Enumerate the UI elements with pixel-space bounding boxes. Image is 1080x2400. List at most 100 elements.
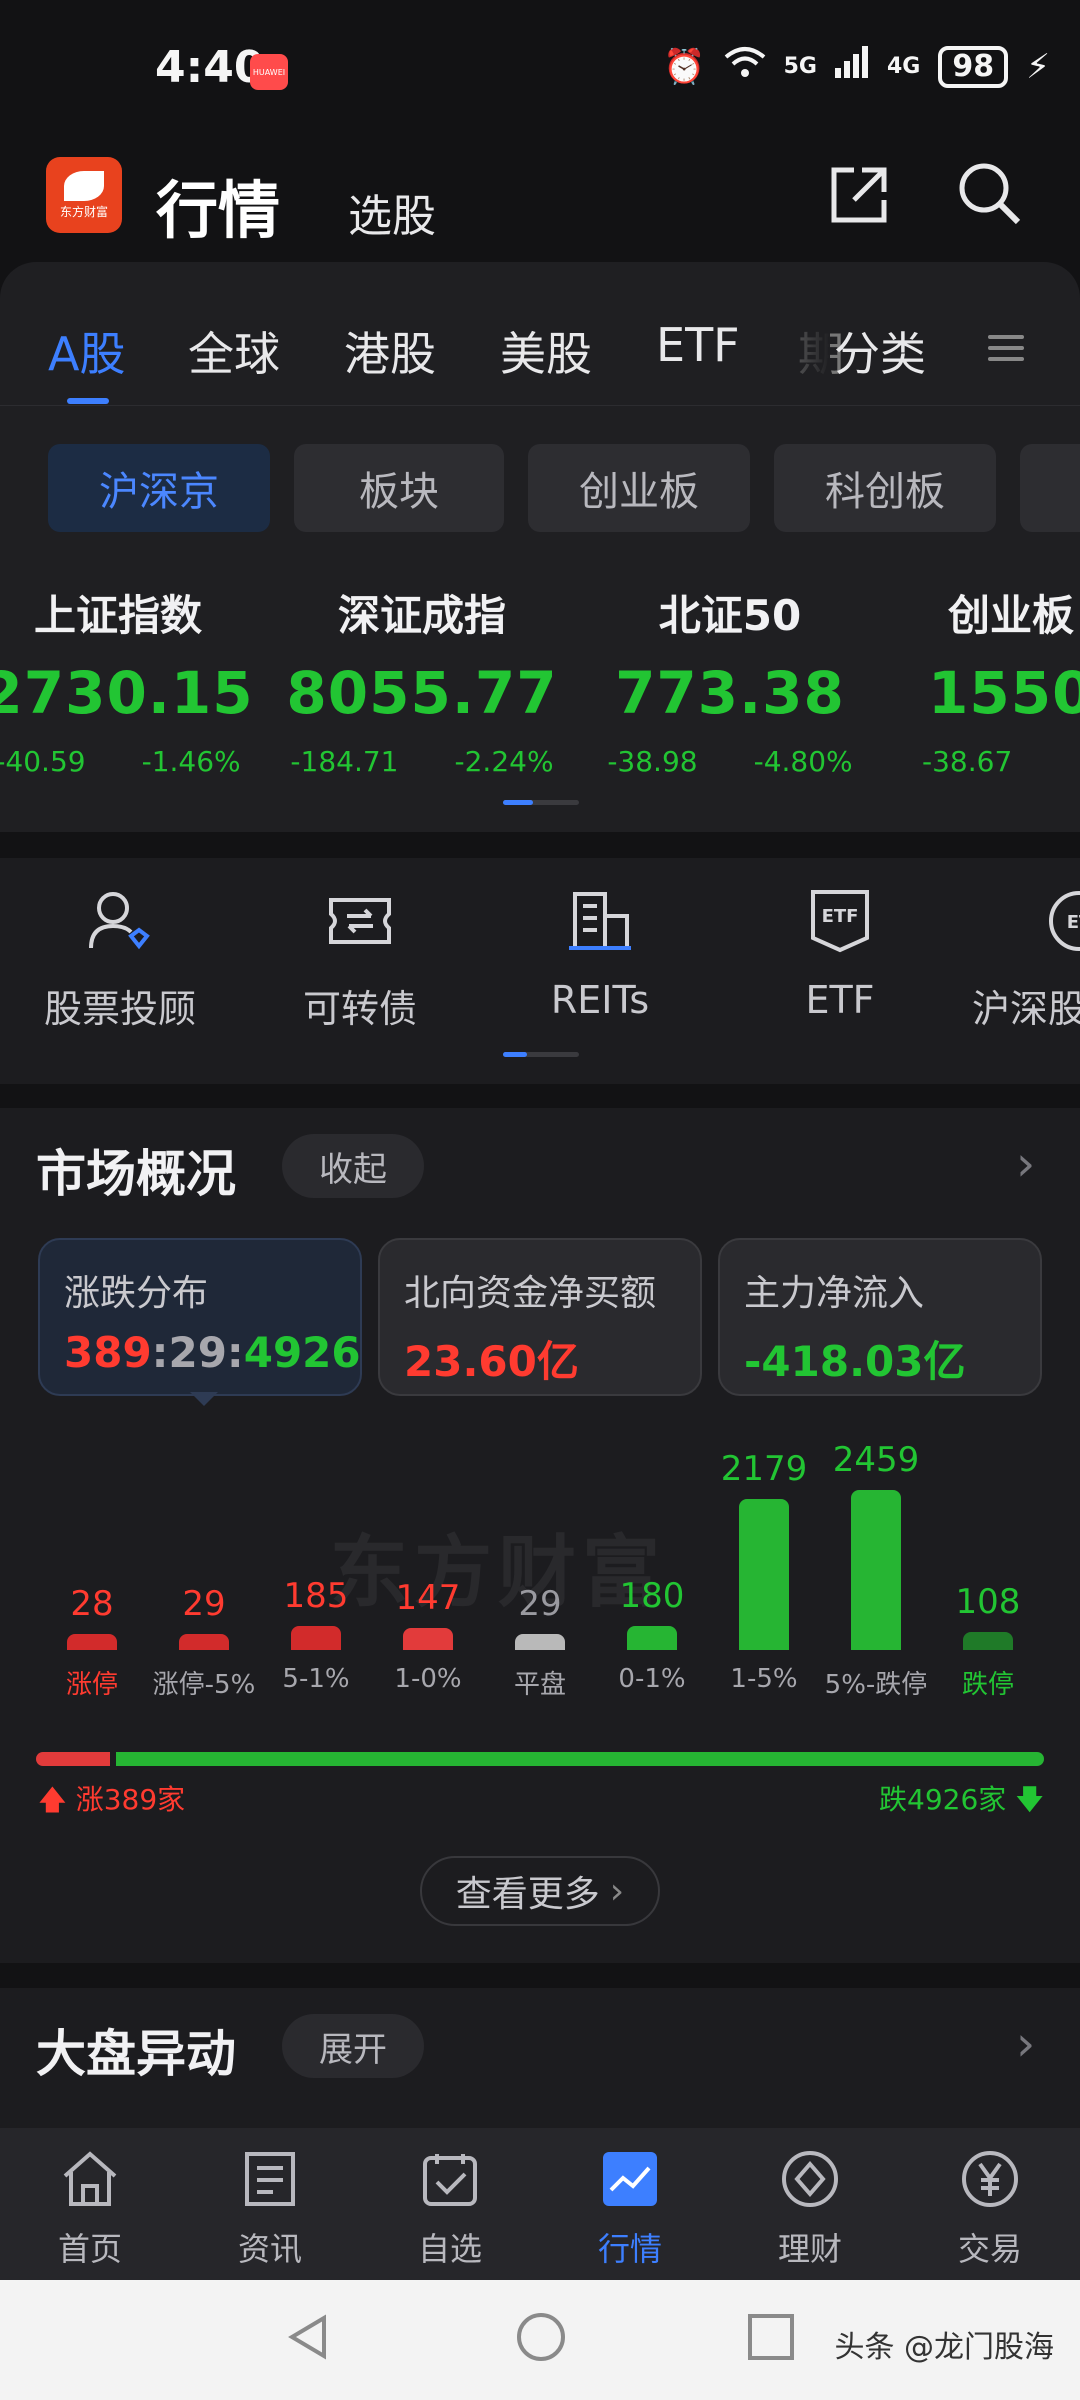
bar-value-label: 180 bbox=[619, 1576, 685, 1616]
bar-value-label: 29 bbox=[182, 1584, 226, 1624]
collapse-button[interactable]: 收起 bbox=[282, 1134, 424, 1198]
index-card-sh[interactable]: 上证指数 2730.15 -40.59 -1.46% bbox=[0, 582, 268, 778]
stock-picker-link[interactable]: 选股 bbox=[348, 180, 436, 244]
nav-trade[interactable]: 交易 bbox=[900, 2148, 1080, 2270]
page-title: 行情 bbox=[156, 174, 281, 247]
bar-rect bbox=[963, 1632, 1013, 1650]
nav-watchlist[interactable]: 自选 bbox=[360, 2148, 540, 2270]
home-circle-icon[interactable] bbox=[514, 2310, 568, 2364]
signal-5g: 5G bbox=[783, 54, 817, 79]
index-value: 1550. bbox=[928, 659, 1080, 727]
svg-text:ETF: ETF bbox=[822, 906, 859, 927]
recents-icon[interactable] bbox=[744, 2310, 798, 2364]
rise-fall-ratio-bar bbox=[36, 1752, 1044, 1766]
index-card-bz50[interactable]: 北证50 773.38 -38.98 -4.80% bbox=[580, 582, 880, 778]
back-icon[interactable] bbox=[282, 2310, 336, 2364]
index-value: 2730.15 bbox=[0, 659, 254, 727]
rise-count-label: 🡅 涨389家 bbox=[38, 1783, 186, 1816]
bar-rect bbox=[515, 1634, 565, 1650]
bar-value-label: 28 bbox=[70, 1584, 114, 1624]
bar-category-label: 1-5% bbox=[730, 1664, 798, 1694]
chip-chinext[interactable]: 创业板 bbox=[528, 444, 750, 532]
huawei-badge: HUAWEI bbox=[250, 54, 288, 90]
fall-count-label: 跌4926家 🡇 bbox=[879, 1783, 1044, 1816]
menu-icon[interactable] bbox=[988, 328, 1024, 368]
tab-us[interactable]: 美股 bbox=[500, 318, 592, 384]
reits-icon bbox=[569, 892, 631, 950]
tab-etf[interactable]: ETF bbox=[656, 318, 740, 372]
quick-etf[interactable]: ETF ETF bbox=[740, 886, 940, 1022]
index-card-cyb[interactable]: 创业板 1550. -38.67 bbox=[880, 582, 1080, 778]
distribution-bar-3: 147 1-0% bbox=[372, 1578, 484, 1694]
home-icon bbox=[63, 2151, 117, 2206]
chevron-right-icon[interactable]: › bbox=[1016, 1136, 1035, 1192]
bar-category-label: 5-1% bbox=[282, 1664, 350, 1694]
chip-sector[interactable]: 板块 bbox=[294, 444, 504, 532]
quick-convertible[interactable]: 可转债 bbox=[260, 886, 460, 1033]
tab-fade bbox=[770, 300, 830, 390]
wealth-icon bbox=[782, 2151, 838, 2207]
chip-more[interactable] bbox=[1020, 444, 1080, 532]
chip-hsj[interactable]: 沪深京 bbox=[48, 444, 270, 532]
nav-market[interactable]: 行情 bbox=[540, 2148, 720, 2270]
index-card-sz[interactable]: 深证成指 8055.77 -184.71 -2.24% bbox=[272, 582, 572, 778]
index-value: 773.38 bbox=[615, 659, 845, 727]
bar-rect bbox=[403, 1628, 453, 1650]
etf-icon: ETF bbox=[811, 890, 869, 953]
tab-hk[interactable]: 港股 bbox=[344, 318, 436, 384]
bar-value-label: 108 bbox=[955, 1582, 1021, 1622]
tab-a-share[interactable]: A股 bbox=[48, 318, 125, 384]
bar-value-label: 185 bbox=[283, 1576, 349, 1616]
market-alert-title: 大盘异动 bbox=[36, 2025, 236, 2083]
signal-icon bbox=[835, 46, 869, 87]
bar-value-label: 147 bbox=[395, 1578, 461, 1618]
nav-news[interactable]: 资讯 bbox=[180, 2148, 360, 2270]
northbound-box[interactable]: 北向资金净买额 23.60亿 bbox=[378, 1238, 702, 1396]
rise-ratio bbox=[36, 1752, 110, 1766]
wifi-icon bbox=[724, 45, 766, 88]
market-overview-title: 市场概况 bbox=[36, 1145, 236, 1203]
market-chart-icon bbox=[603, 2152, 657, 2206]
share-icon[interactable] bbox=[824, 160, 894, 230]
quick-hs-stock[interactable]: ET 沪深股 bbox=[960, 886, 1080, 1033]
main-inflow-box[interactable]: 主力净流入 -418.03亿 bbox=[718, 1238, 1042, 1396]
nav-home[interactable]: 首页 bbox=[0, 2148, 180, 2270]
expand-button[interactable]: 展开 bbox=[282, 2014, 424, 2078]
bar-category-label: 0-1% bbox=[618, 1664, 686, 1694]
app-logo[interactable]: 东方财富 bbox=[46, 157, 122, 233]
status-icons: ⏰ 5G 4G 98 ⚡ bbox=[663, 45, 1050, 88]
charging-icon: ⚡ bbox=[1026, 46, 1050, 87]
bar-category-label: 平盘 bbox=[513, 1670, 566, 1700]
index-pager bbox=[503, 800, 579, 805]
status-bar: 4:40 HUAWEI ⏰ 5G 4G 98 ⚡ bbox=[0, 0, 1080, 140]
index-change: -184.71 -2.24% bbox=[290, 745, 554, 778]
distribution-bar-4: 29 平盘 bbox=[484, 1584, 596, 1701]
view-more-button[interactable]: 查看更多 › bbox=[420, 1856, 660, 1926]
bar-rect bbox=[291, 1626, 341, 1650]
chip-star[interactable]: 科创板 bbox=[774, 444, 996, 532]
bar-rect bbox=[627, 1626, 677, 1650]
nav-wealth[interactable]: 理财 bbox=[720, 2148, 900, 2270]
yen-coin-icon bbox=[962, 2151, 1018, 2207]
alarm-icon: ⏰ bbox=[663, 46, 706, 87]
search-icon[interactable] bbox=[954, 158, 1024, 228]
fall-ratio bbox=[116, 1752, 1044, 1766]
bar-rect bbox=[851, 1490, 901, 1650]
news-icon bbox=[245, 2152, 295, 2206]
svg-text:ET: ET bbox=[1067, 912, 1080, 933]
arrow-up-icon: 🡅 bbox=[38, 1783, 67, 1816]
quick-advisor[interactable]: 股票投顾 bbox=[20, 886, 220, 1033]
bar-category-label: 跌停 bbox=[961, 1670, 1014, 1700]
battery-icon: 98 bbox=[938, 45, 1009, 88]
bar-category-label: 涨停-5% bbox=[152, 1670, 256, 1700]
chevron-right-icon[interactable]: › bbox=[1016, 2016, 1035, 2072]
distribution-bar-2: 185 5-1% bbox=[260, 1576, 372, 1694]
chevron-right-icon: › bbox=[609, 1870, 625, 1912]
logo-swoosh-icon bbox=[64, 170, 104, 201]
distribution-bar-5: 180 0-1% bbox=[596, 1576, 708, 1694]
rise-fall-distribution-box[interactable]: 涨跌分布 389:29:4926 bbox=[38, 1238, 362, 1396]
tab-category[interactable]: 分类 bbox=[834, 318, 926, 384]
index-change: -38.67 bbox=[922, 745, 1013, 778]
tab-global[interactable]: 全球 bbox=[188, 318, 280, 384]
quick-reits[interactable]: REITs bbox=[500, 886, 700, 1022]
